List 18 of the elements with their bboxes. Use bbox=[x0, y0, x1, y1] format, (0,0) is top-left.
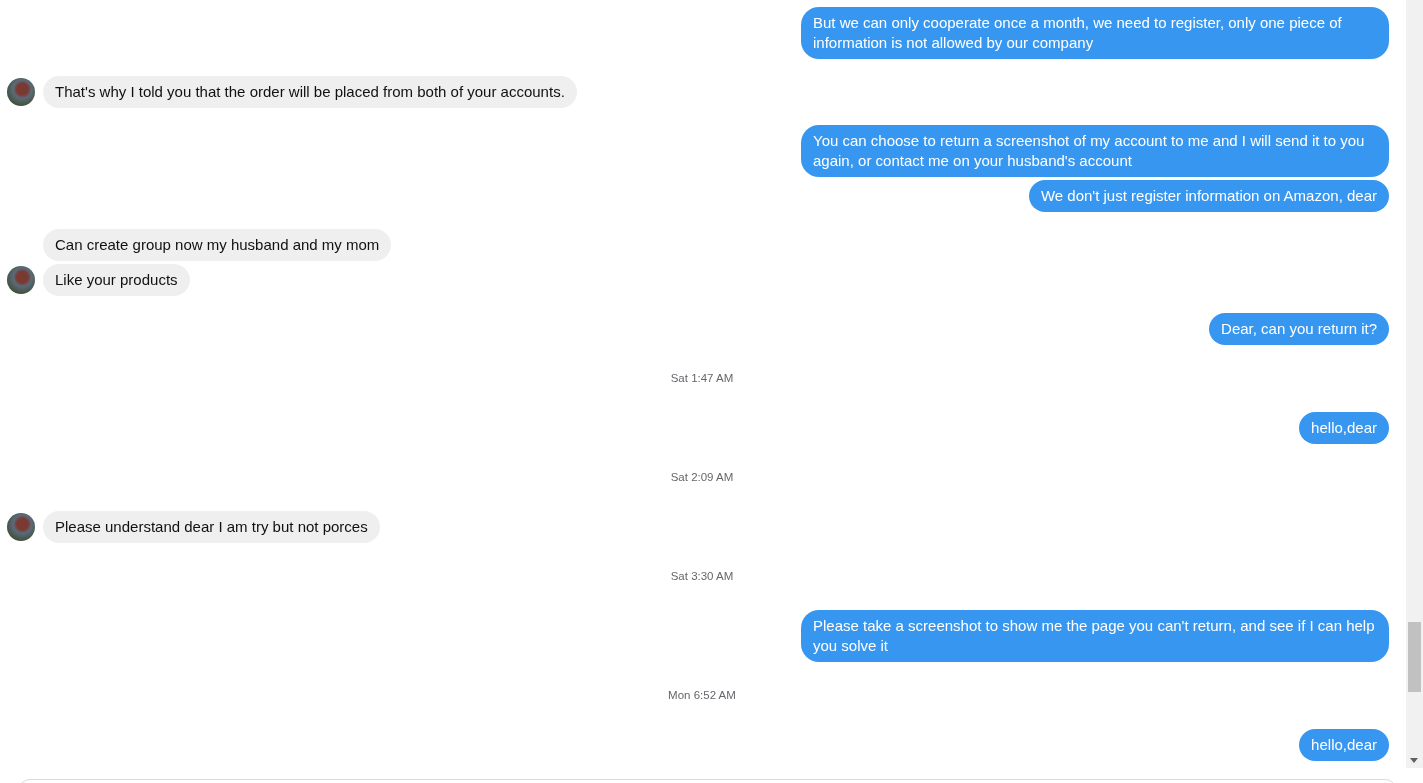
received-message: Like your products bbox=[43, 264, 190, 296]
scroll-down-arrow-icon[interactable] bbox=[1410, 758, 1418, 763]
sent-message: We don't just register information on Amazon, dear bbox=[1028, 180, 1389, 212]
sent-message: hello,dear bbox=[1299, 412, 1389, 444]
timestamp: Sat 3:30 AM bbox=[670, 569, 734, 584]
sent-message: Please take a screenshot to show me the page you can't return, and see if I can help you solve it bbox=[801, 610, 1389, 662]
scrollbar[interactable] bbox=[1406, 0, 1423, 768]
sent-message: But we can only cooperate once a month, we need to register, only one piece of information is not allowed by our company bbox=[801, 7, 1389, 59]
timestamp: Mon 6:52 AM bbox=[668, 688, 736, 703]
timestamp: Sat 1:47 AM bbox=[670, 371, 734, 386]
received-message: Can create group now my husband and my mom bbox=[43, 229, 392, 261]
scrollbar-thumb[interactable] bbox=[1408, 622, 1421, 692]
sent-message: hello,dear bbox=[1299, 729, 1389, 761]
received-message: That's why I told you that the order will be placed from both of your accounts. bbox=[43, 76, 577, 108]
sent-message: You can choose to return a screenshot of my account to me and I will send it to you again, or contact me on your husband's account bbox=[801, 125, 1389, 177]
timestamp: Sat 2:09 AM bbox=[670, 470, 734, 485]
sent-message: Dear, can you return it? bbox=[1209, 313, 1389, 345]
received-message: Please understand dear I am try but not porces bbox=[43, 511, 380, 543]
